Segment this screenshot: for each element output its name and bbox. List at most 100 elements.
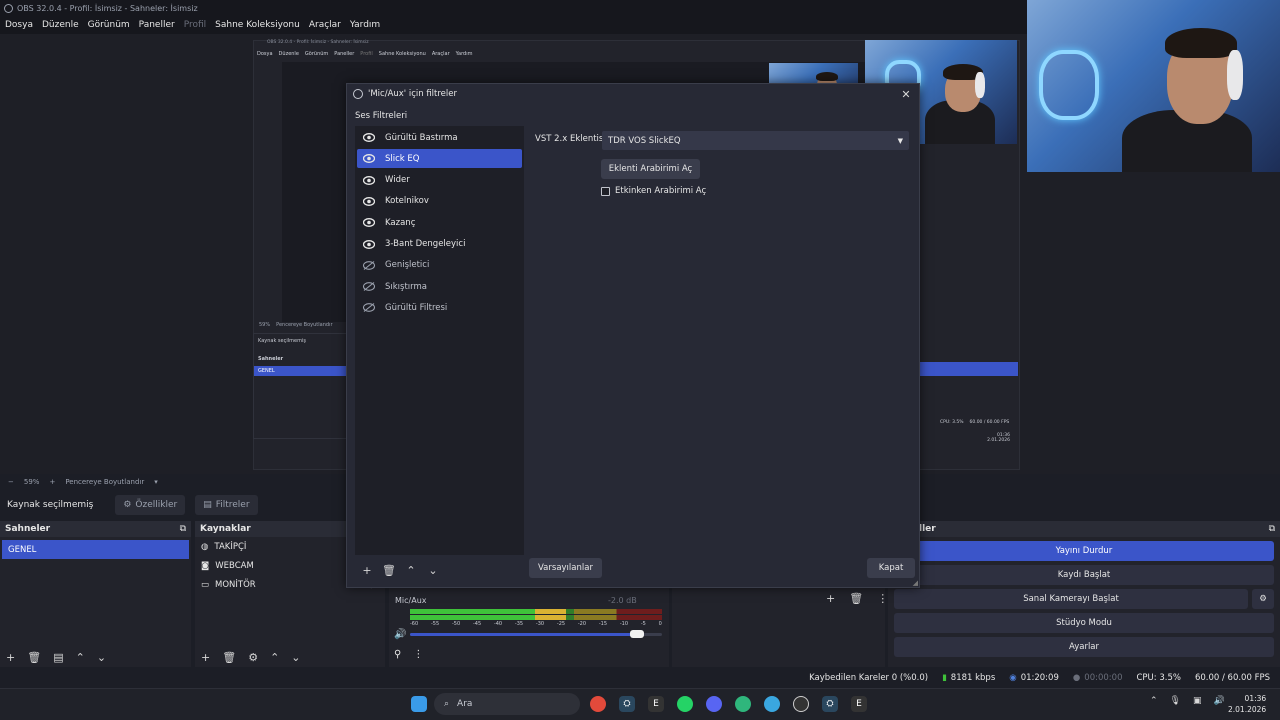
resize-grip-icon[interactable]: ◢ (913, 579, 918, 587)
more-icon[interactable]: ⋮ (413, 649, 423, 660)
mic-icon[interactable]: 🎙 (1170, 696, 1181, 706)
menu-araclar[interactable]: Araçlar (309, 20, 341, 30)
eye-icon[interactable] (363, 239, 375, 249)
audio-filters-label: Ses Filtreleri (355, 111, 408, 121)
monitor-icon: ▭ (201, 579, 210, 590)
chevron-down-icon[interactable]: ▾ (154, 478, 158, 486)
trash-icon[interactable]: 🗑 (222, 651, 236, 664)
eye-icon[interactable] (363, 133, 375, 143)
scene-label: GENEL (8, 544, 37, 555)
volume-slider[interactable] (410, 630, 662, 638)
undock-icon[interactable]: ⧉ (1269, 524, 1275, 534)
properties-button[interactable]: ⚙ Özellikler (115, 495, 186, 515)
add-filter-icon[interactable]: + (359, 562, 375, 578)
edge-icon[interactable] (735, 696, 751, 712)
windows-start-icon[interactable] (411, 696, 427, 712)
virtual-camera-button[interactable]: Sanal Kamerayı Başlat (894, 589, 1248, 609)
steam-icon[interactable]: ⛭ (822, 696, 838, 712)
gear-icon[interactable]: ⚙ (248, 651, 258, 664)
eye-icon[interactable] (363, 218, 375, 228)
trash-icon[interactable]: 🗑 (849, 592, 863, 605)
filter-item[interactable]: Sıkıştırma (357, 277, 522, 296)
close-icon[interactable]: ✕ (899, 87, 913, 101)
speaker-icon[interactable]: 🔊 (394, 629, 406, 640)
menu-dosya[interactable]: Dosya (5, 20, 33, 30)
obs-icon[interactable] (793, 696, 809, 712)
steam-icon[interactable]: ⛭ (619, 696, 635, 712)
taskbar-search[interactable]: ⌕ Ara (434, 693, 580, 715)
filter-item[interactable]: Wider (357, 171, 522, 190)
clock-time: 01:36 (1244, 694, 1267, 703)
stop-stream-button[interactable]: Yayını Durdur (894, 541, 1274, 561)
open-when-active-option[interactable]: Etkinken Arabirimi Aç (601, 186, 706, 196)
trash-icon[interactable]: 🗑 (381, 562, 397, 578)
studio-mode-button[interactable]: Stüdyo Modu (894, 613, 1274, 633)
dropped-frames: Kaybedilen Kareler 0 (%0.0) (809, 673, 929, 683)
chrome-icon[interactable] (590, 696, 606, 712)
chevron-up-icon[interactable]: ⌃ (76, 651, 85, 664)
link-icon[interactable]: ⚲ (394, 649, 401, 660)
chevron-up-icon[interactable]: ⌃ (270, 651, 279, 664)
filter-label: Gürültü Bastırma (385, 132, 458, 143)
add-icon[interactable]: + (6, 651, 15, 664)
browser-icon[interactable] (764, 696, 780, 712)
fit-to-window[interactable]: Pencereye Boyutlandır (65, 478, 144, 486)
record-icon: ● (1072, 673, 1081, 683)
filter-item[interactable]: Genişletici (357, 256, 522, 275)
eye-off-icon[interactable] (363, 282, 375, 292)
eye-icon[interactable] (363, 196, 375, 206)
open-plugin-interface-button[interactable]: Eklenti Arabirimi Aç (601, 159, 700, 179)
meter-tick-label: -60 (410, 621, 419, 627)
add-icon[interactable]: + (826, 592, 835, 605)
chevron-up-icon[interactable]: ⌃ (1150, 696, 1158, 706)
clock-date: 2.01.2026 (1228, 705, 1267, 714)
more-icon[interactable]: ⋮ (877, 592, 888, 605)
filter-item[interactable]: Gürültü Filtresi (357, 298, 522, 317)
eye-icon[interactable] (363, 154, 375, 164)
filter-item[interactable]: Kotelnikov (357, 192, 522, 211)
scene-filter-icon[interactable]: ▤ (53, 651, 63, 664)
chevron-down-icon[interactable]: ⌄ (291, 651, 300, 664)
epic-games-icon[interactable]: E (648, 696, 664, 712)
virtual-camera-settings-button[interactable]: ⚙ (1252, 589, 1274, 609)
menu-profil[interactable]: Profil (184, 20, 206, 30)
add-icon[interactable]: + (201, 651, 210, 664)
menu-sahne-koleksiyonu[interactable]: Sahne Koleksiyonu (215, 20, 300, 30)
eye-icon[interactable] (363, 175, 375, 185)
discord-icon[interactable] (706, 696, 722, 712)
chevron-up-icon[interactable]: ⌃ (403, 562, 419, 578)
menu-duzenle[interactable]: Düzenle (42, 20, 79, 30)
zoom-out-button[interactable]: − (8, 478, 14, 486)
menu-gorunum[interactable]: Görünüm (88, 20, 130, 30)
network-icon[interactable]: ▣ (1193, 696, 1202, 706)
volume-knob[interactable] (629, 630, 644, 638)
filter-item[interactable]: Gürültü Bastırma (357, 128, 522, 147)
trash-icon[interactable]: 🗑 (27, 651, 41, 664)
scene-item-genel[interactable]: GENEL (2, 540, 189, 559)
filters-button[interactable]: ▤ Filtreler (195, 495, 258, 515)
mixer-channel-name: Mic/Aux (395, 596, 427, 605)
settings-button[interactable]: Ayarlar (894, 637, 1274, 657)
filter-label: Genişletici (385, 260, 430, 271)
close-button[interactable]: Kapat (867, 558, 915, 578)
nested-menu-item: Yardım (455, 51, 473, 57)
filter-item[interactable]: 3-Bant Dengeleyici (357, 235, 522, 254)
epic-games-icon[interactable]: E (851, 696, 867, 712)
volume-icon[interactable]: 🔊 (1214, 696, 1225, 706)
eye-off-icon[interactable] (363, 260, 375, 270)
whatsapp-icon[interactable] (677, 696, 693, 712)
open-when-active-checkbox[interactable] (601, 186, 610, 196)
zoom-in-button[interactable]: + (49, 478, 55, 486)
menu-yardim[interactable]: Yardım (350, 20, 380, 30)
clock[interactable]: 01:36 2.01.2026 (1228, 693, 1266, 715)
start-record-button[interactable]: Kaydı Başlat (894, 565, 1274, 585)
chevron-down-icon[interactable]: ⌄ (425, 562, 441, 578)
filter-item[interactable]: Kazanç (357, 213, 522, 232)
undock-icon[interactable]: ⧉ (180, 524, 186, 534)
filter-item[interactable]: Slick EQ (357, 149, 522, 169)
eye-off-icon[interactable] (363, 303, 375, 313)
vst-plugin-select[interactable]: TDR VOS SlickEQ ▼ (602, 131, 909, 150)
menu-paneller[interactable]: Paneller (139, 20, 175, 30)
defaults-button[interactable]: Varsayılanlar (529, 558, 602, 578)
chevron-down-icon[interactable]: ⌄ (97, 651, 106, 664)
